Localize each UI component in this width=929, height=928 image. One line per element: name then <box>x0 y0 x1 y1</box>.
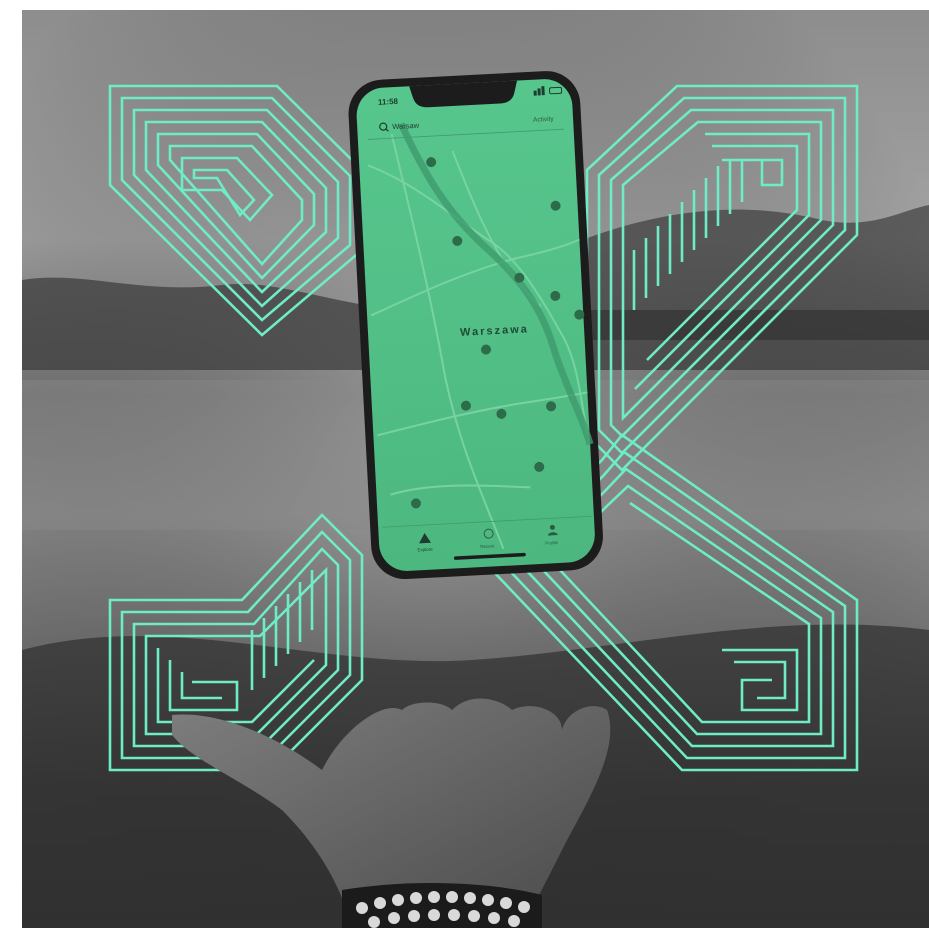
search-input[interactable]: Warsaw <box>392 121 420 131</box>
status-time: 11:58 <box>378 97 399 107</box>
poster: 11:58 Warsaw Activity Warszawa Explore R… <box>0 0 929 928</box>
tab-label: Recent <box>480 543 495 549</box>
background-photo: 11:58 Warsaw Activity Warszawa Explore R… <box>22 10 929 928</box>
tab-label: Profile <box>545 540 558 546</box>
smartphone: 11:58 Warsaw Activity Warszawa Explore R… <box>348 71 603 580</box>
tab-label: Explore <box>417 547 433 553</box>
phone-screen <box>356 79 595 571</box>
scene-svg: 11:58 Warsaw Activity Warszawa Explore R… <box>22 10 929 928</box>
activity-link[interactable]: Activity <box>533 116 555 124</box>
